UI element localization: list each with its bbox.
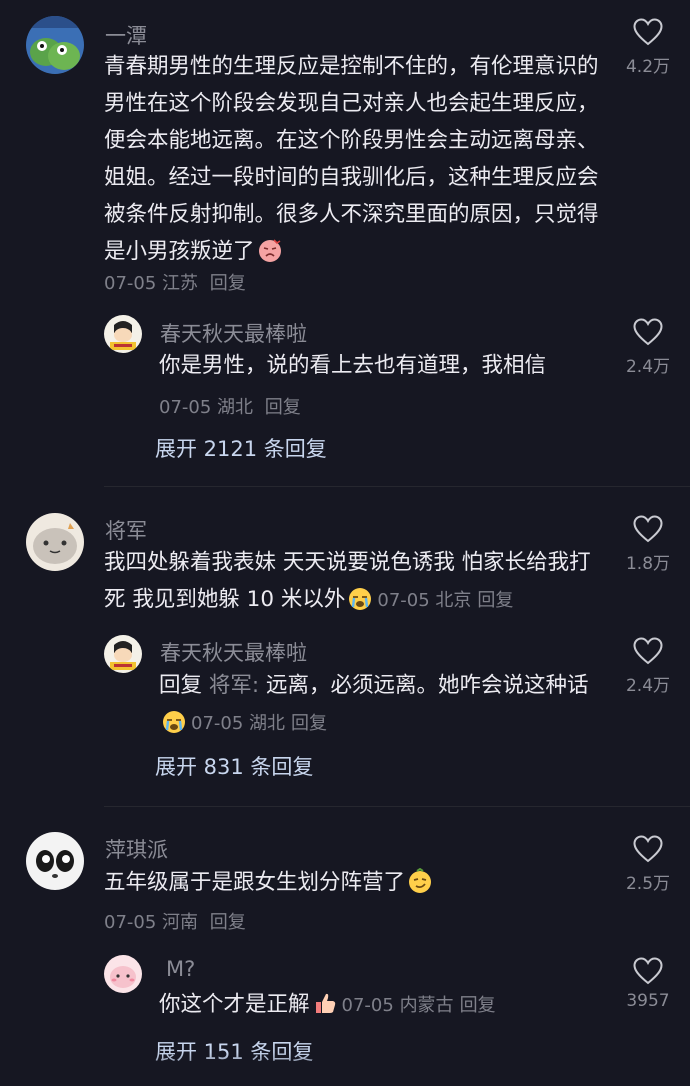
reply-target-user[interactable]: 将军:: [209, 673, 259, 698]
comment-date: 07-05: [104, 273, 157, 294]
crying-face-emoji: [161, 708, 187, 734]
avatar[interactable]: [26, 832, 84, 890]
like-count: 2.4万: [625, 676, 671, 696]
comment-username[interactable]: 萍琪派: [105, 834, 168, 864]
scroll-fade: [0, 1052, 690, 1086]
reply-date: 07-05: [191, 713, 244, 734]
crying-face-emoji: [347, 585, 373, 611]
comment-date: 07-05: [377, 590, 430, 611]
reply-date: 07-05: [341, 995, 394, 1016]
comment-thread: 萍琪派 五年级属于是跟女生划分阵营了 07-05 河南 回复 2.5万 M? 你…: [0, 806, 690, 1086]
thumbs-up-emoji: [312, 990, 338, 1016]
heart-icon: [633, 957, 663, 985]
reply-username[interactable]: 春天秋天最棒啦: [160, 318, 307, 348]
reply-location: 内蒙古: [399, 995, 454, 1016]
reply-avatar[interactable]: [104, 955, 142, 993]
heart-icon: [633, 515, 663, 543]
reply-button[interactable]: 回复: [210, 912, 246, 933]
reply-avatar[interactable]: [104, 635, 142, 673]
reply-meta: 07-05 湖北 回复: [159, 393, 301, 419]
reply-text: 你是男性，说的看上去也有道理，我相信: [159, 353, 547, 378]
comment-text: 青春期男性的生理反应是控制不住的，有伦理意识的男性在这个阶段会发现自己对亲人也会…: [104, 48, 604, 270]
like-count: 2.4万: [625, 357, 671, 377]
expand-replies-link[interactable]: 展开 2121 条回复: [155, 433, 327, 463]
reply-button[interactable]: 回复: [460, 995, 496, 1016]
comment-username[interactable]: 一潭: [105, 20, 147, 50]
heart-icon: [633, 637, 663, 665]
angry-face-emoji: [257, 237, 283, 263]
reply-text: 你这个才是正解 07-05 内蒙古 回复: [159, 986, 599, 1024]
like-count: 1.8万: [625, 554, 671, 574]
reply-date: 07-05: [159, 397, 212, 418]
reply-username[interactable]: 春天秋天最棒啦: [160, 637, 307, 667]
reply-button[interactable]: 回复: [477, 590, 513, 611]
comment-meta: 07-05 江苏 回复: [104, 269, 246, 295]
reply-body: 远离，必须远离。她咋会说这种话: [259, 673, 589, 698]
comment-meta: 07-05 河南 回复: [104, 908, 246, 934]
like-count: 2.5万: [625, 874, 671, 894]
reply-avatar[interactable]: [104, 315, 142, 353]
comment-text: 五年级属于是跟女生划分阵营了: [104, 864, 604, 901]
like-count: 4.2万: [625, 57, 671, 77]
reply-button[interactable]: 回复: [291, 713, 327, 734]
reply-location: 湖北: [249, 713, 286, 734]
comment-text: 我四处躲着我表妹 天天说要说色诱我 怕家长给我打死 我见到她躲 10 米以外 07…: [104, 544, 604, 619]
reply-location: 湖北: [217, 397, 254, 418]
reply-button[interactable]: 回复: [265, 397, 301, 418]
like-button[interactable]: 2.5万: [613, 835, 683, 894]
comment-location: 河南: [162, 912, 199, 933]
like-button[interactable]: 3957: [613, 957, 683, 1011]
comment-location: 江苏: [162, 273, 199, 294]
comment-location: 北京: [435, 590, 472, 611]
comment-body: 五年级属于是跟女生划分阵营了: [104, 870, 406, 895]
like-button[interactable]: 2.4万: [613, 637, 683, 696]
comment-meta: 07-05 北京 回复: [377, 590, 513, 611]
comment-thread: 将军 我四处躲着我表妹 天天说要说色诱我 怕家长给我打死 我见到她躲 10 米以…: [0, 486, 690, 806]
comment-body: 青春期男性的生理反应是控制不住的，有伦理意识的男性在这个阶段会发现自己对亲人也会…: [104, 54, 599, 264]
expand-replies-link[interactable]: 展开 831 条回复: [155, 751, 313, 781]
reply-text: 回复 将军: 远离，必须远离。她咋会说这种话07-05 湖北 回复: [159, 667, 599, 742]
reply-username[interactable]: M?: [166, 957, 195, 981]
avatar[interactable]: [26, 16, 84, 74]
heart-icon: [633, 835, 663, 863]
heart-icon: [633, 18, 663, 46]
reply-meta: 07-05 湖北 回复: [191, 713, 327, 734]
like-button[interactable]: 1.8万: [613, 515, 683, 574]
reply-prefix: 回复: [159, 673, 203, 698]
reply-body: 你这个才是正解: [159, 992, 310, 1017]
smirk-face-emoji: [407, 867, 433, 894]
heart-icon: [633, 318, 663, 346]
like-button[interactable]: 4.2万: [613, 18, 683, 77]
avatar[interactable]: [26, 513, 84, 571]
reply-button[interactable]: 回复: [210, 273, 246, 294]
reply-meta: 07-05 内蒙古 回复: [342, 995, 496, 1016]
like-button[interactable]: 2.4万: [613, 318, 683, 377]
like-count: 3957: [626, 991, 670, 1011]
comment-username[interactable]: 将军: [105, 515, 147, 545]
comment-date: 07-05: [104, 912, 157, 933]
comment-thread: 一潭 青春期男性的生理反应是控制不住的，有伦理意识的男性在这个阶段会发现自己对亲…: [0, 0, 690, 486]
